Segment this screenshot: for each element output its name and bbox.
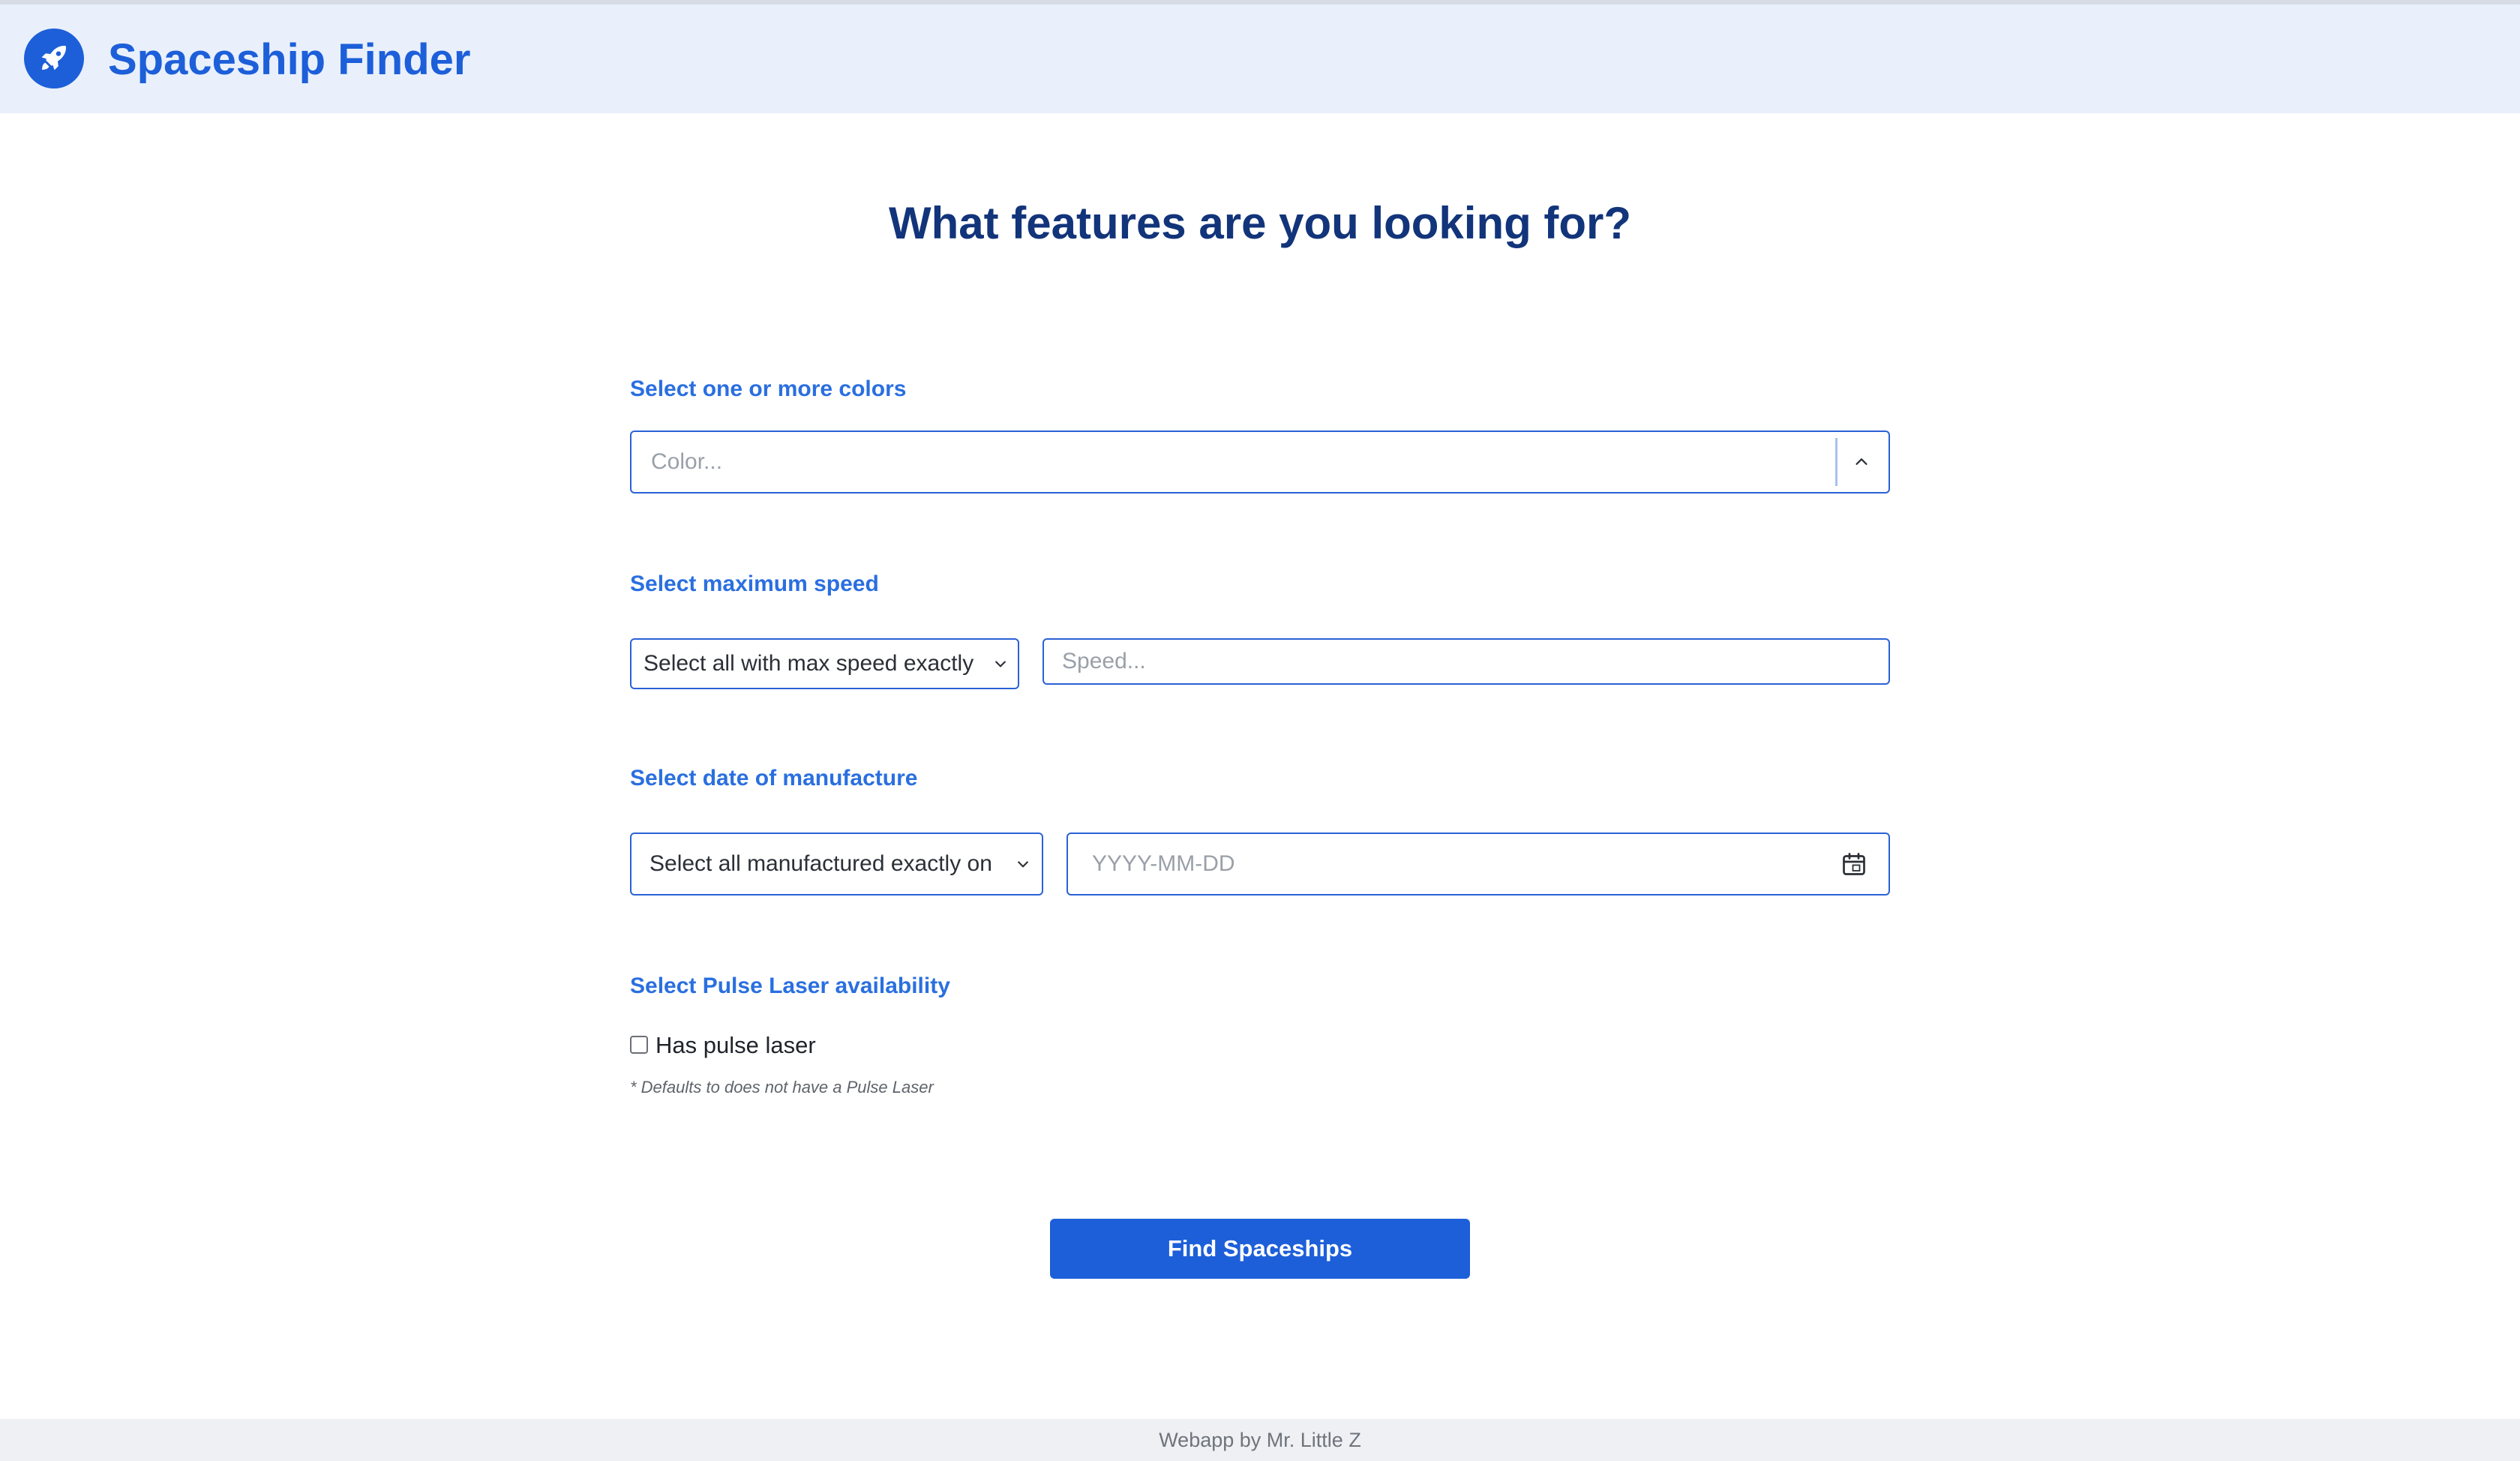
pulse-laser-label: Select Pulse Laser availability: [630, 974, 950, 998]
color-multiselect[interactable]: Color...: [630, 430, 1890, 494]
speed-input[interactable]: Speed...: [1042, 638, 1890, 685]
date-mode-select[interactable]: Select all manufactured exactly on: [630, 832, 1043, 896]
find-spaceships-button[interactable]: Find Spaceships: [1050, 1219, 1470, 1279]
chevron-down-icon: [992, 655, 1010, 673]
speed-label: Select maximum speed: [630, 572, 879, 596]
chevron-down-icon: [1014, 855, 1032, 873]
colors-label: Select one or more colors: [630, 376, 907, 401]
footer-credit: Webapp by Mr. Little Z: [0, 1419, 2520, 1461]
page-title: What features are you looking for?: [888, 198, 1632, 248]
date-mode-value: Select all manufactured exactly on: [650, 851, 992, 876]
color-placeholder: Color...: [651, 449, 723, 474]
chevron-up-icon[interactable]: [1852, 453, 1870, 471]
date-input[interactable]: YYYY-MM-DD: [1066, 832, 1890, 896]
pulse-laser-hint: * Defaults to does not have a Pulse Lase…: [630, 1078, 934, 1096]
pulse-laser-checkbox-label[interactable]: Has pulse laser: [656, 1030, 816, 1060]
speed-placeholder: Speed...: [1062, 649, 1146, 674]
speed-mode-value: Select all with max speed exactly: [644, 651, 974, 676]
select-divider: [1835, 438, 1838, 486]
calendar-icon[interactable]: [1839, 849, 1869, 879]
date-placeholder: YYYY-MM-DD: [1092, 851, 1235, 876]
app-title[interactable]: Spaceship Finder: [108, 32, 470, 88]
app-header: Spaceship Finder: [0, 4, 2520, 113]
date-label: Select date of manufacture: [630, 766, 918, 790]
rocket-icon[interactable]: [24, 28, 84, 88]
speed-mode-select[interactable]: Select all with max speed exactly: [630, 638, 1019, 689]
pulse-laser-checkbox[interactable]: [630, 1036, 648, 1054]
